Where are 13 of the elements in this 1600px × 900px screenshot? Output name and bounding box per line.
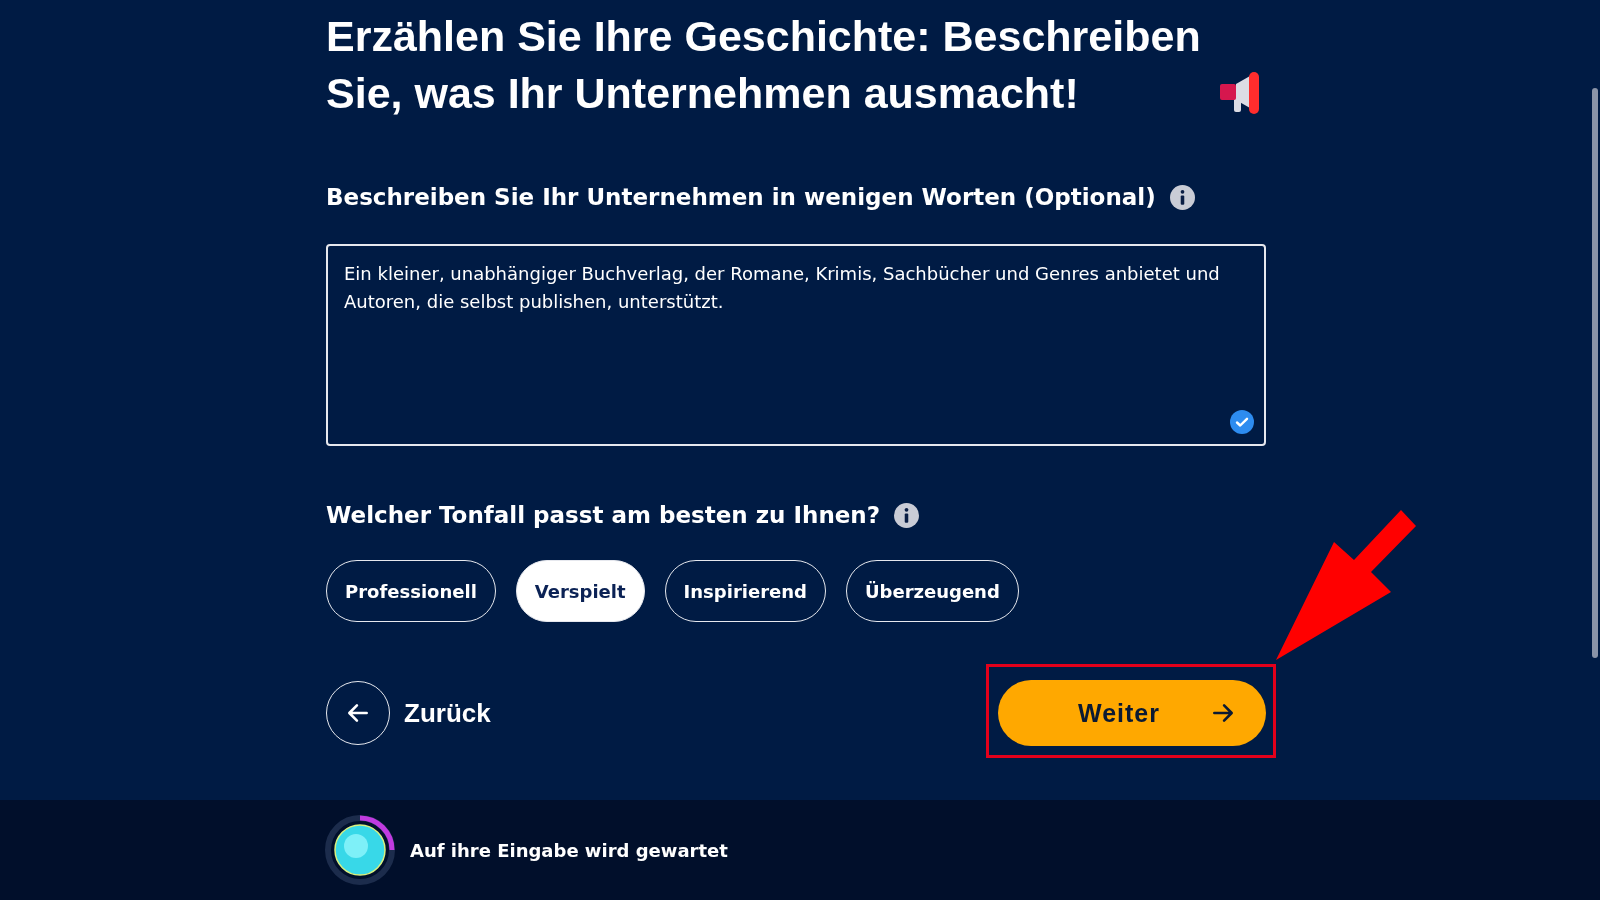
field-label: Beschreiben Sie Ihr Unternehmen in wenigen Worten (Optional) [326,184,1156,210]
tone-option-chip[interactable]: Verspielt [515,560,645,622]
status-message: Auf ihre Eingabe wird gewartet [410,839,728,861]
next-button[interactable]: Weiter [998,680,1266,746]
description-input-field[interactable]: Ein kleiner, unabhängiger Buchverlag, der Romane, Krimis, Sachbücher und Genres anbietet und Autoren, die selbst publishen, unterstützt. [326,244,1266,446]
back-link[interactable]: Zurück [404,697,491,729]
info-icon[interactable] [894,502,920,528]
question-label: Welcher Tonfall passt am besten zu Ihnen? [326,502,881,528]
megaphone-icon [1220,72,1260,116]
page-heading: Erzählen Sie Ihre Geschichte: Beschreiben Sie, was Ihr Unternehmen ausmacht! [326,11,1202,119]
info-icon[interactable] [1169,184,1195,210]
scrollbar[interactable] [1592,88,1598,658]
assistant-avatar-icon [324,814,396,886]
